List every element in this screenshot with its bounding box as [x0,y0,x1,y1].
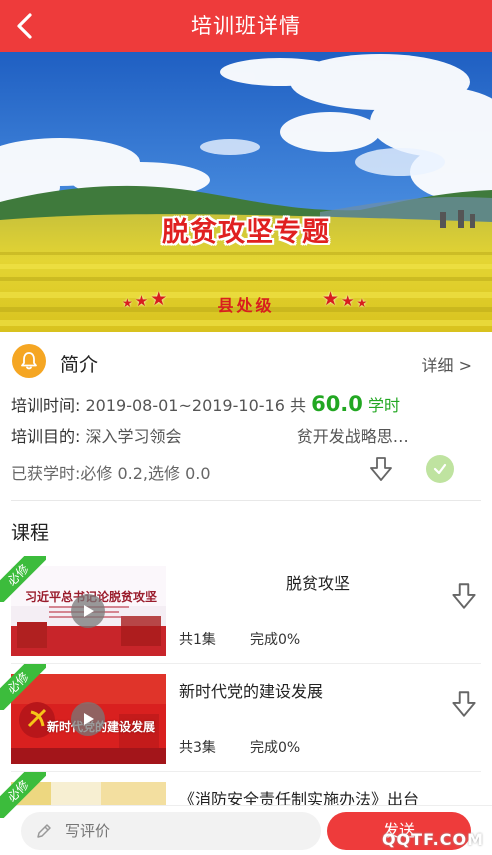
download-icon[interactable] [448,688,480,720]
intro-section-header: 简介 详细 > [0,338,492,386]
check-icon [426,455,454,483]
course-episode-count: 共3集 [179,740,216,756]
total-hours-unit: 学时 [368,396,401,415]
required-tag: 必修 [0,772,46,818]
watermark: QQTF.COM [381,830,484,849]
star-icon: ★ [322,288,340,310]
course-item[interactable]: 新时代党的建设发展 必修 新时代党的建设发展 共3集 完成0% [0,664,492,772]
pen-icon [37,824,51,838]
training-goal-row: 培训目的: 深入学习领会 贫开发战略思… [11,423,409,447]
stars-right: ★ ★ ★ [322,288,368,310]
intro-detail-link[interactable]: 详细 > [422,352,473,376]
training-time-value: 2019-08-01~2019-10-16 [85,396,285,415]
total-prefix: 共 [289,396,306,415]
training-goal-value-tail: 贫开发战略思… [296,427,409,446]
comment-input[interactable] [65,812,305,850]
page-title: 培训班详情 [191,14,301,38]
play-icon [84,713,94,725]
play-button[interactable] [71,594,105,628]
star-icon: ★ [341,292,355,310]
earned-hours-text: 已获学时:必修 0.2,选修 0.0 [11,464,211,483]
banner-image: 脱贫攻坚专题 ★ ★ ★ 县处级 ★ ★ ★ [0,52,492,332]
play-button[interactable] [71,702,105,736]
training-goal-label: 培训目的: [11,427,81,446]
download-icon[interactable] [448,580,480,612]
star-icon: ★ [356,296,368,310]
landscape-illustration [0,52,492,332]
courses-section-title: 课程 [11,522,50,544]
training-time-label: 培训时间: [11,396,81,415]
training-time-row: 培训时间: 2019-08-01~2019-10-16 共 60.0 学时 [11,392,400,416]
banner-title: 脱贫攻坚专题 [162,217,330,248]
bell-icon [12,344,46,378]
course-title: 新时代党的建设发展 [179,682,324,701]
course-title: 脱贫攻坚 [286,574,351,593]
required-tag: 必修 [0,556,46,602]
training-goal-value: 深入学习领会 [85,427,182,446]
top-navbar: 培训班详情 [0,0,492,52]
total-hours-value: 60.0 [311,392,363,416]
course-progress: 完成0% [250,632,301,648]
course-progress: 完成0% [250,740,301,756]
download-icon[interactable] [366,454,396,484]
play-icon [84,605,94,617]
required-tag: 必修 [0,664,46,710]
divider [11,500,481,501]
banner-level: 县处级 [217,296,275,315]
course-episode-count: 共1集 [179,632,216,648]
intro-title: 简介 [60,354,99,376]
comment-box[interactable] [21,812,321,850]
course-item[interactable]: 习近平总书记论脱贫攻坚 必修 脱贫攻坚 共1集 完成0% [0,556,492,664]
